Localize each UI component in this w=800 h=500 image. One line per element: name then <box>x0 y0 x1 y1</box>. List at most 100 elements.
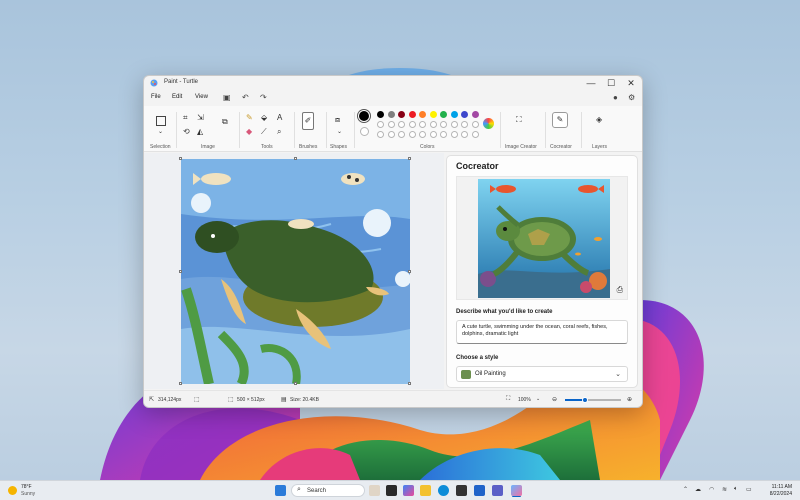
eraser-icon[interactable]: ◆ <box>246 128 252 136</box>
palette-swatch[interactable] <box>408 121 416 128</box>
group-label-cocreator: Cocreator <box>550 144 572 150</box>
color-picker-icon[interactable]: ⟋ <box>261 128 267 136</box>
custom-color-swatch[interactable] <box>387 131 395 138</box>
settings-gear-icon[interactable]: ⚙ <box>628 93 635 102</box>
task-view-icon[interactable] <box>386 485 397 496</box>
paint-taskbar-icon[interactable] <box>511 485 522 496</box>
menu-view[interactable]: View <box>195 94 208 100</box>
group-label-image: Image <box>201 144 215 150</box>
redo-icon[interactable]: ↷ <box>260 93 267 102</box>
palette-swatch[interactable] <box>398 121 405 128</box>
custom-color-swatch[interactable] <box>461 131 468 138</box>
shapes-icon[interactable]: ⧈ <box>335 116 340 124</box>
zoom-level[interactable]: 100% <box>518 397 531 403</box>
custom-color-swatch[interactable] <box>471 131 479 138</box>
battery-icon[interactable]: ▭ <box>746 486 752 493</box>
palette-swatch[interactable] <box>440 111 447 118</box>
teams-icon[interactable] <box>492 485 503 496</box>
zoom-slider-thumb[interactable] <box>582 397 588 403</box>
palette-swatch[interactable] <box>377 121 384 128</box>
edge-browser-icon[interactable] <box>438 485 449 496</box>
palette-swatch[interactable] <box>450 121 458 128</box>
store-icon[interactable] <box>456 485 467 496</box>
chevron-up-icon[interactable]: ⌃ <box>683 486 688 493</box>
start-windows-icon[interactable] <box>275 485 286 496</box>
selection-rectangle-icon[interactable] <box>156 116 166 126</box>
zoom-chevron-icon[interactable]: ⌄ <box>536 396 540 402</box>
copilot-icon[interactable] <box>403 485 414 496</box>
file-size: Size: 20.4KB <box>290 397 319 403</box>
pencil-icon[interactable]: ✎ <box>246 114 253 122</box>
maximize-button[interactable]: ☐ <box>606 77 616 89</box>
network-icon[interactable]: ◠ <box>709 486 714 493</box>
zoom-out-icon[interactable]: ⊖ <box>552 396 557 403</box>
sun-icon <box>8 486 17 495</box>
group-label-shapes: Shapes <box>330 144 347 150</box>
style-label: Choose a style <box>456 355 499 361</box>
image-creator-icon[interactable]: ⛶ <box>516 116 522 124</box>
cocreator-icon[interactable]: ✎ <box>552 112 568 128</box>
zoom-in-icon[interactable]: ⊕ <box>627 396 632 403</box>
close-button[interactable]: ✕ <box>626 77 636 89</box>
palette-swatch[interactable] <box>387 111 395 118</box>
palette-swatch[interactable] <box>398 111 405 118</box>
custom-color-swatch[interactable] <box>377 131 384 138</box>
custom-color-swatch[interactable] <box>398 131 405 138</box>
custom-color-swatch[interactable] <box>419 131 426 138</box>
palette-swatch[interactable] <box>440 121 447 128</box>
prompt-textarea[interactable]: A cute turtle, swimming under the ocean,… <box>456 320 628 344</box>
menu-edit[interactable]: Edit <box>172 94 182 100</box>
palette-swatch[interactable] <box>429 111 437 118</box>
magnifier-icon[interactable]: ⌕ <box>277 128 281 136</box>
rotate-icon[interactable]: ⟲ <box>183 128 190 136</box>
brushes-icon[interactable]: ✐ <box>302 112 314 130</box>
flip-icon[interactable]: ◭ <box>197 128 203 136</box>
style-dropdown[interactable]: Oil Painting ⌄ <box>456 366 628 382</box>
custom-color-swatch[interactable] <box>429 131 437 138</box>
palette-swatch[interactable] <box>377 111 384 118</box>
palette-swatch[interactable] <box>419 111 426 118</box>
palette-swatch[interactable] <box>387 121 395 128</box>
zoom-slider[interactable] <box>565 397 621 403</box>
palette-swatch[interactable] <box>450 111 458 118</box>
outlook-icon[interactable] <box>474 485 485 496</box>
custom-color-swatch[interactable] <box>408 131 416 138</box>
wifi-icon[interactable]: ≋ <box>722 486 727 493</box>
palette-swatch[interactable] <box>471 121 479 128</box>
palette-swatch[interactable] <box>461 121 468 128</box>
minimize-button[interactable]: — <box>586 77 596 89</box>
shapes-chevron-down-icon[interactable]: ⌄ <box>337 128 342 136</box>
custom-color-swatch[interactable] <box>450 131 458 138</box>
palette-swatch[interactable] <box>408 111 416 118</box>
menu-file[interactable]: File <box>151 94 161 100</box>
account-icon[interactable]: ● <box>613 93 618 102</box>
clock[interactable]: 11:11 AM 8/22/2024 <box>770 484 792 498</box>
palette-swatch[interactable] <box>419 121 426 128</box>
secondary-color-swatch[interactable] <box>360 127 369 136</box>
selection-chevron-down-icon[interactable]: ⌄ <box>158 128 163 136</box>
generated-image[interactable] <box>478 179 610 298</box>
save-image-icon[interactable]: ⎙ <box>617 285 623 295</box>
cloud-icon[interactable]: ☁ <box>695 486 701 493</box>
layers-icon[interactable]: ◈ <box>596 116 602 124</box>
resize-icon[interactable]: ⇲ <box>197 114 204 122</box>
volume-icon[interactable]: 🔈︎ <box>734 486 738 493</box>
crop-icon[interactable]: ⌗ <box>183 114 188 122</box>
save-icon[interactable]: ▣ <box>223 93 231 102</box>
taskbar-search[interactable]: ⌕ Search <box>291 484 365 497</box>
remove-background-icon[interactable]: ⧉ <box>222 118 228 126</box>
custom-color-swatch[interactable] <box>440 131 447 138</box>
widgets-icon[interactable] <box>369 485 380 496</box>
palette-swatch[interactable] <box>461 111 468 118</box>
undo-icon[interactable]: ↶ <box>242 93 249 102</box>
drawing-canvas[interactable] <box>181 159 410 384</box>
primary-color-swatch[interactable] <box>359 111 369 121</box>
file-explorer-icon[interactable] <box>420 485 431 496</box>
canvas-size: 500 × 512px <box>237 397 265 403</box>
text-tool-icon[interactable]: A <box>277 114 282 122</box>
palette-swatch[interactable] <box>471 111 479 118</box>
palette-swatch[interactable] <box>429 121 437 128</box>
fill-bucket-icon[interactable]: ⬙ <box>261 114 267 122</box>
fit-to-window-icon[interactable]: ⛶ <box>506 396 510 403</box>
edit-colors-icon[interactable] <box>483 118 494 129</box>
